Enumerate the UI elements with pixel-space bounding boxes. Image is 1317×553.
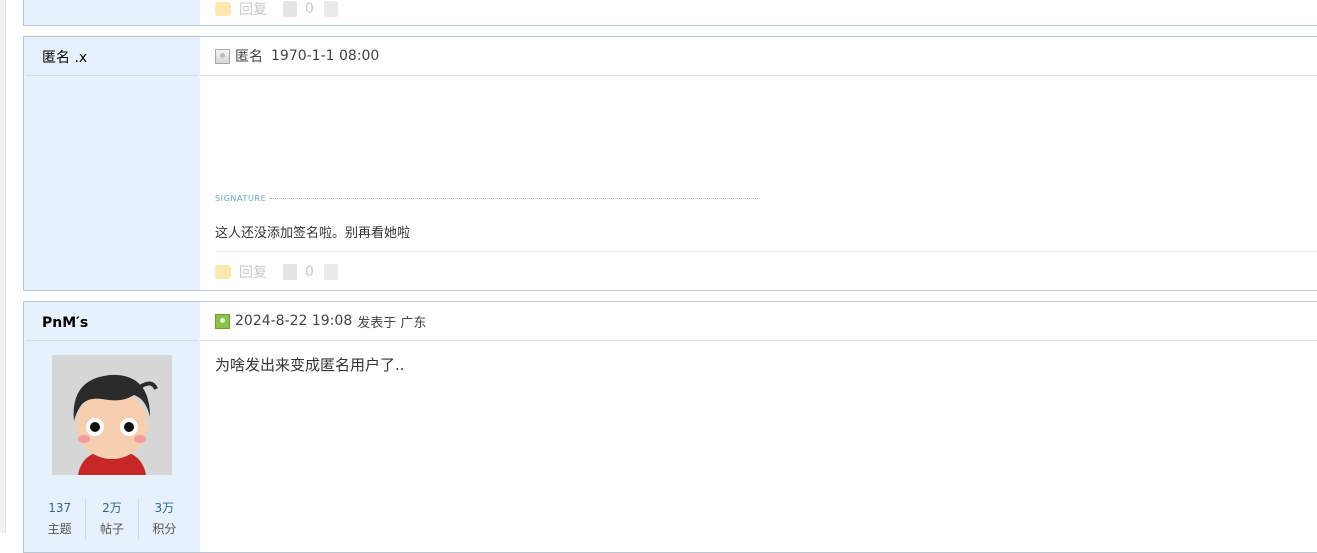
stat-value: 2万 [102,501,122,515]
stat-credits[interactable]: 3万 积分 [137,498,190,540]
like-count: 0 [305,264,314,280]
post-main: 回复 0 [200,0,1317,25]
reply-icon[interactable] [215,265,231,279]
signature-label: SIGNATURE [215,194,267,203]
signature-divider: SIGNATURE [215,194,760,203]
post-actions: 回复 0 [215,0,346,19]
page-left-edge [0,0,6,533]
reply-link[interactable]: 回复 [239,262,267,282]
anonymous-post: 匿名 .x 匿名 1970-1-1 08:00 SIGNATURE 这人还没添加… [23,36,1317,291]
post-actions: 回复 0 [215,262,346,282]
reply-icon[interactable] [215,2,231,16]
stat-value: 3万 [154,501,175,515]
thumbs-down-icon[interactable] [323,264,338,280]
post-content: 为啥发出来变成匿名用户了.. [215,356,405,374]
post-location: 发表于 广东 [357,315,427,331]
author-sidebar: PnM′s 137 主题 2万 帖子 3万 积分 [24,302,200,552]
post-date: 2024-8-22 19:08 [235,313,353,329]
stat-threads[interactable]: 137 主题 [34,498,85,540]
online-user-icon [215,313,230,329]
avatar-cartoon-icon [52,355,172,475]
post-author: 匿名 [235,49,263,65]
like-count: 0 [305,1,314,17]
author-name[interactable]: PnM′s [26,302,198,341]
thumbs-up-icon[interactable] [283,264,297,280]
stat-label: 主题 [47,522,72,536]
anonymous-user-icon [215,48,230,64]
previous-post: 回复 0 [23,0,1317,26]
author-stats: 137 主题 2万 帖子 3万 积分 [34,498,190,540]
thumbs-down-icon[interactable] [323,1,338,17]
post-date: 1970-1-1 08:00 [271,48,380,64]
post-meta: 匿名 1970-1-1 08:00 [200,37,1317,76]
stat-value: 137 [48,501,72,515]
user-post: PnM′s 137 主题 2万 帖子 3万 积分 2024-8-22 19:08… [23,301,1317,553]
author-sidebar: 匿名 .x [24,37,200,290]
post-main: 2024-8-22 19:08 发表于 广东 为啥发出来变成匿名用户了.. [200,302,1317,552]
author-sidebar [24,0,200,25]
post-main: 匿名 1970-1-1 08:00 SIGNATURE 这人还没添加签名啦。别再… [200,37,1317,290]
post-meta: 2024-8-22 19:08 发表于 广东 [200,302,1317,341]
stat-posts[interactable]: 2万 帖子 [85,498,137,540]
author-name[interactable]: 匿名 .x [26,37,198,76]
stat-label: 帖子 [99,522,124,536]
signature-text: 这人还没添加签名啦。别再看她啦 [215,226,411,241]
actions-divider [215,251,1317,252]
thumbs-up-icon[interactable] [283,1,297,17]
stat-label: 积分 [152,522,177,536]
reply-link[interactable]: 回复 [239,0,267,19]
avatar[interactable] [52,355,172,475]
